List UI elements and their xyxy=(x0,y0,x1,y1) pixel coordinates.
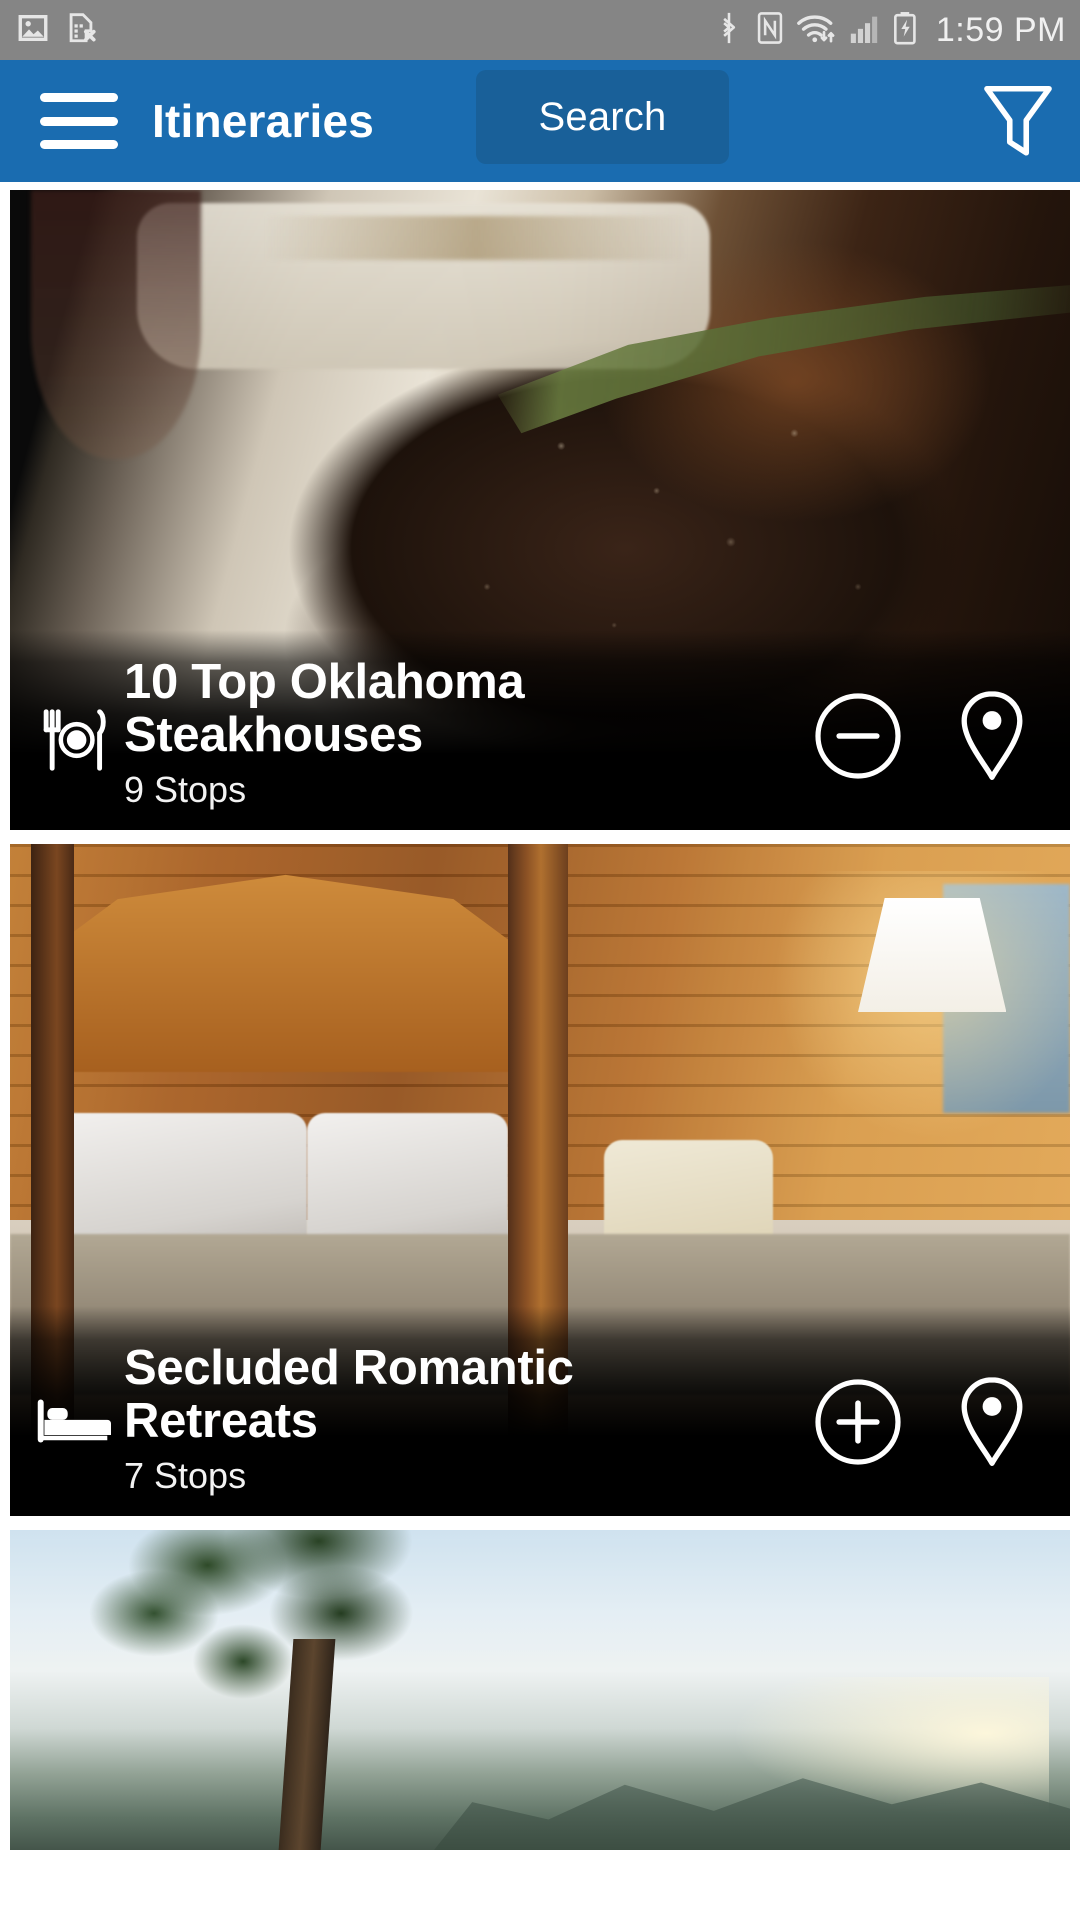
itinerary-list[interactable]: 10 Top Oklahoma Steakhouses 9 Stops Secl… xyxy=(0,182,1080,1920)
itinerary-stops: 9 Stops xyxy=(124,769,247,810)
status-time: 1:59 PM xyxy=(935,10,1066,49)
status-bar-left-icons xyxy=(16,11,98,50)
restaurant-icon xyxy=(36,708,112,772)
nfc-icon xyxy=(755,11,785,50)
filter-funnel-icon[interactable] xyxy=(978,79,1058,163)
list-item[interactable]: 10 Top Oklahoma Steakhouses 9 Stops xyxy=(10,190,1070,830)
itinerary-title: 10 Top Oklahoma Steakhouses xyxy=(124,655,525,762)
list-item[interactable] xyxy=(10,1530,1070,1850)
app-bar: Itineraries Search xyxy=(0,60,1080,182)
itinerary-image xyxy=(10,1530,1070,1850)
itinerary-stops: 7 Stops xyxy=(124,1455,247,1496)
status-bar: 1:59 PM xyxy=(0,0,1080,60)
page-title: Itineraries xyxy=(152,95,375,147)
search-button-label: Search xyxy=(538,94,667,139)
itinerary-title: Secluded Romantic Retreats xyxy=(124,1341,574,1448)
itinerary-info: Secluded Romantic Retreats 7 Stops xyxy=(36,1342,814,1498)
list-item[interactable]: Secluded Romantic Retreats 7 Stops xyxy=(10,844,1070,1516)
itinerary-overlay: Secluded Romantic Retreats 7 Stops xyxy=(10,1306,1070,1516)
itinerary-info: 10 Top Oklahoma Steakhouses 9 Stops xyxy=(36,656,814,812)
bed-icon xyxy=(36,1394,112,1448)
minus-circle-icon[interactable] xyxy=(814,692,902,785)
search-button[interactable]: Search xyxy=(476,70,729,164)
map-pin-icon[interactable] xyxy=(950,689,1034,788)
plus-circle-icon[interactable] xyxy=(814,1378,902,1471)
itinerary-overlay: 10 Top Oklahoma Steakhouses 9 Stops xyxy=(10,630,1070,830)
bluetooth-icon xyxy=(714,11,744,50)
hamburger-menu-icon[interactable] xyxy=(40,93,118,149)
sim-card-error-icon xyxy=(64,11,98,50)
image-icon xyxy=(16,11,50,50)
wifi-icon xyxy=(796,11,838,50)
itinerary-actions xyxy=(814,689,1050,788)
itinerary-actions xyxy=(814,1375,1050,1474)
signal-icon xyxy=(849,11,881,50)
status-bar-right-icons: 1:59 PM xyxy=(714,11,1066,50)
battery-charging-icon xyxy=(892,11,918,50)
map-pin-icon[interactable] xyxy=(950,1375,1034,1474)
